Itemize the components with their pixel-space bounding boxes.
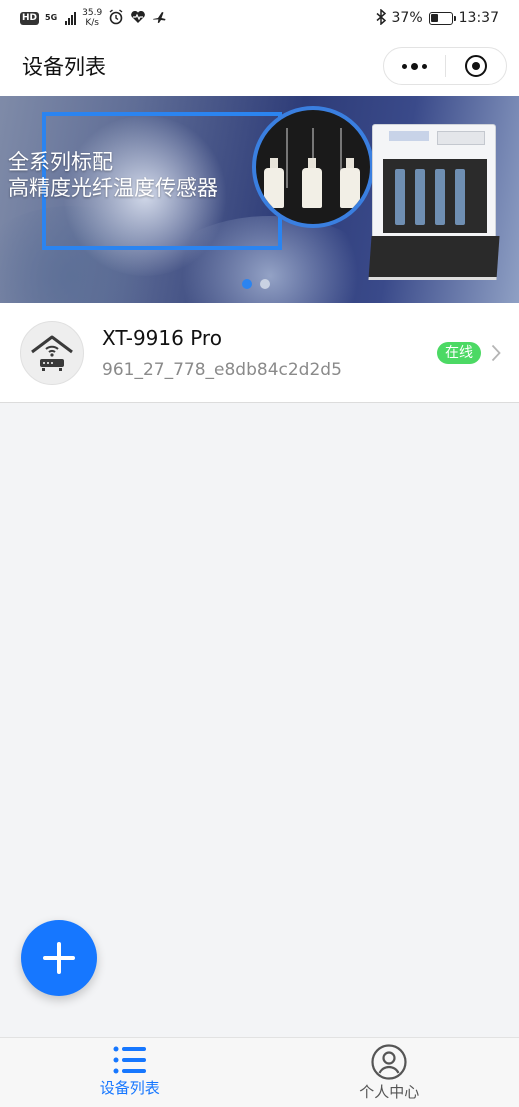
heart-icon bbox=[130, 10, 146, 27]
plus-icon bbox=[43, 942, 75, 974]
hd-badge: HD bbox=[20, 11, 40, 25]
status-badge: 在线 bbox=[437, 341, 481, 364]
banner-pagination bbox=[242, 279, 270, 289]
sample-bottle bbox=[340, 158, 360, 208]
instrument-tube bbox=[395, 169, 405, 225]
clock: 13:37 bbox=[458, 10, 499, 26]
sensor-closeup-image bbox=[252, 106, 374, 228]
status-bar: HD 5G 35.9 K/s 37% 13:37 bbox=[0, 0, 519, 36]
status-right: 37% 13:37 bbox=[376, 7, 499, 28]
pagination-dot[interactable] bbox=[260, 279, 270, 289]
add-device-button[interactable] bbox=[21, 920, 97, 996]
network-speed: 35.9 K/s bbox=[82, 8, 102, 28]
alarm-icon bbox=[108, 8, 124, 28]
sample-bottle bbox=[302, 158, 322, 208]
banner-headline-line1: 全系列标配 bbox=[8, 150, 113, 174]
tab-personal-center[interactable]: 个人中心 bbox=[260, 1038, 519, 1107]
instrument-body bbox=[372, 124, 496, 240]
status-left: HD 5G 35.9 K/s bbox=[20, 8, 168, 28]
instrument-tube bbox=[415, 169, 425, 225]
battery-icon bbox=[428, 11, 456, 25]
instrument-tube bbox=[455, 169, 465, 225]
banner-headline-line2: 高精度光纤温度传感器 bbox=[8, 176, 218, 200]
device-list-item[interactable]: XT-9916 Pro 961_27_778_e8db84c2d2d5 在线 bbox=[0, 303, 519, 403]
page-title: 设备列表 bbox=[22, 55, 106, 79]
banner-headline: 全系列标配 高精度光纤温度传感器 bbox=[8, 149, 218, 201]
close-miniprogram-button[interactable] bbox=[446, 48, 507, 84]
battery-fill bbox=[431, 14, 439, 22]
speed-unit: K/s bbox=[85, 18, 99, 28]
tab-device-list[interactable]: 设备列表 bbox=[0, 1038, 260, 1107]
instrument-logo bbox=[389, 131, 429, 141]
list-icon bbox=[113, 1046, 146, 1074]
tab-bar: 设备列表 个人中心 bbox=[0, 1037, 519, 1107]
user-circle-icon bbox=[371, 1044, 407, 1080]
tab-label: 设备列表 bbox=[99, 1079, 160, 1097]
tab-label: 个人中心 bbox=[359, 1083, 420, 1101]
instrument-panel bbox=[437, 131, 485, 145]
device-id: 961_27_778_e8db84c2d2d5 bbox=[102, 359, 342, 380]
promo-banner[interactable]: 全系列标配 高精度光纤温度传感器 bbox=[0, 96, 519, 303]
device-name: XT-9916 Pro bbox=[102, 325, 222, 350]
pagination-dot-active[interactable] bbox=[242, 279, 252, 289]
speed-value: 35.9 bbox=[82, 8, 103, 18]
battery-percent: 37% bbox=[391, 10, 423, 26]
sample-bottle bbox=[264, 158, 284, 208]
router-home-icon bbox=[20, 320, 84, 385]
navigation-bar: 设备列表 bbox=[0, 36, 519, 96]
more-button[interactable] bbox=[384, 48, 445, 84]
instrument-image bbox=[368, 124, 500, 284]
bluetooth-icon bbox=[376, 7, 386, 28]
sensor-rod bbox=[286, 128, 288, 188]
instrument-door bbox=[368, 236, 500, 280]
network-type: 5G bbox=[45, 13, 58, 22]
signal-icon bbox=[65, 11, 77, 25]
more-dots-icon bbox=[401, 62, 427, 70]
miniprogram-capsule bbox=[383, 47, 507, 85]
device-info: XT-9916 Pro 961_27_778_e8db84c2d2d5 bbox=[102, 325, 437, 381]
instrument-tube bbox=[435, 169, 445, 225]
flight-icon bbox=[152, 10, 168, 27]
chevron-right-icon bbox=[489, 343, 503, 363]
target-icon bbox=[464, 55, 487, 77]
